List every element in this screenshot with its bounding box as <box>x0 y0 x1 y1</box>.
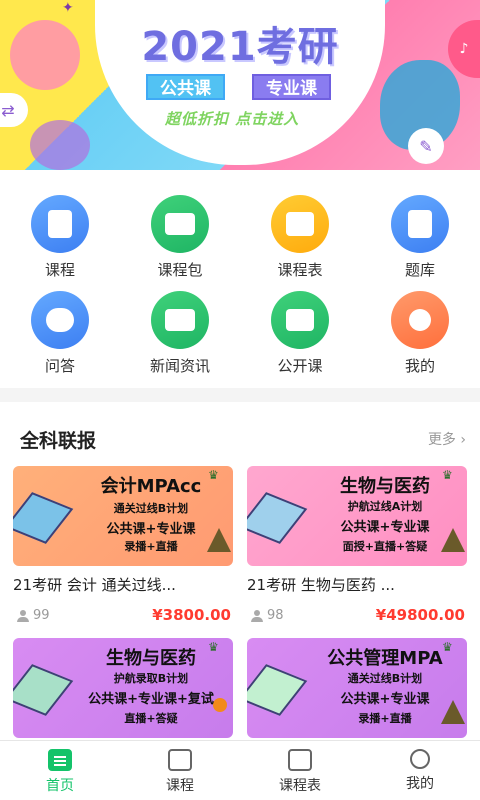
user-icon <box>391 291 449 349</box>
thumbnail-subjects: 公共课+专业课 <box>340 520 430 535</box>
section-title: 全科联报 <box>20 430 97 452</box>
grid-item-news[interactable]: 新闻资讯 <box>120 286 240 376</box>
grid-item-qa[interactable]: 问答 <box>0 286 120 376</box>
tab-course[interactable]: 课程 <box>120 741 240 800</box>
grid-label: 我的 <box>404 357 435 375</box>
open-book-icon <box>151 195 209 253</box>
course-title: 21考研 会计 通关过线... <box>13 576 176 594</box>
thumbnail-title: 生物与医药 <box>340 476 430 497</box>
tab-label: 我的 <box>406 776 434 792</box>
course-thumbnail: ♛ 生物与医药 护航过线A计划 公共课+专业课 面授+直播+答疑 <box>247 466 467 566</box>
tab-label: 首页 <box>46 778 74 794</box>
thumbnail-subjects: 公共课+专业课+复试 <box>88 692 214 707</box>
thumbnail-mode: 面授+直播+答疑 <box>342 540 428 553</box>
course-book-icon <box>31 195 89 253</box>
banner-decoration <box>30 120 90 170</box>
tab-home[interactable]: 首页 <box>0 741 120 800</box>
course-card[interactable]: ♛ 生物与医药 护航过线A计划 公共课+专业课 面授+直播+答疑 21考研 生物… <box>247 466 467 629</box>
banner-title: 2021考研 <box>141 24 339 70</box>
thumbnail-plan: 通关过线B计划 <box>347 672 423 685</box>
banner-tag-major[interactable]: 专业课 <box>252 74 331 100</box>
course-card[interactable]: ♛ 会计MPAcc 通关过线B计划 公共课+专业课 录播+直播 21考研 会计 … <box>13 466 233 629</box>
user-count-icon <box>251 610 263 622</box>
tab-schedule[interactable]: 课程表 <box>240 741 360 800</box>
course-card[interactable]: ♛ 生物与医药 护航录取B计划 公共课+专业课+复试 直播+答疑 <box>13 638 233 738</box>
more-link[interactable]: 更多 › <box>428 429 466 449</box>
music-icon[interactable]: ♪ <box>448 20 480 78</box>
qa-bubble-icon <box>31 291 89 349</box>
link-icon[interactable]: ⇄ <box>0 93 28 127</box>
grid-label: 问答 <box>44 357 75 375</box>
course-thumbnail: ♛ 公共管理MPA 通关过线B计划 公共课+专业课 录播+直播 <box>247 638 467 738</box>
enroll-count: 99 <box>33 608 50 623</box>
grid-label: 公开课 <box>277 357 323 375</box>
thumbnail-title: 会计MPAcc <box>100 476 202 497</box>
course-thumbnail: ♛ 会计MPAcc 通关过线B计划 公共课+专业课 录播+直播 <box>13 466 233 566</box>
bottom-tab-bar: 首页 课程 课程表 我的 <box>0 740 480 800</box>
paperclip-icon[interactable]: ✎ <box>408 128 444 164</box>
course-meta: 98 ¥49800.00 <box>247 605 467 629</box>
cube-decoration <box>247 664 308 716</box>
news-icon <box>151 291 209 349</box>
thumbnail-plan: 护航录取B计划 <box>113 672 189 685</box>
feature-grid: 课程 课程包 课程表 题库 问答 新闻资讯 公开课 我的 <box>0 190 480 380</box>
course-price: ¥49800.00 <box>375 606 465 624</box>
section-divider <box>0 388 480 402</box>
cube-decoration <box>247 492 308 544</box>
banner-tag-public[interactable]: 公共课 <box>146 74 225 100</box>
thumbnail-title: 生物与医药 <box>106 648 196 669</box>
grid-item-schedule[interactable]: 课程表 <box>240 190 360 280</box>
thumbnail-subjects: 公共课+专业课 <box>106 522 196 537</box>
question-bank-icon <box>391 195 449 253</box>
user-count-icon <box>17 610 29 622</box>
schedule-icon <box>288 749 312 771</box>
grid-item-open-class[interactable]: 公开课 <box>240 286 360 376</box>
grid-label: 课程包 <box>157 261 203 279</box>
home-list-icon <box>48 749 72 771</box>
thumbnail-title: 公共管理MPA <box>327 648 443 669</box>
enroll-count: 98 <box>267 608 284 623</box>
course-meta: 99 ¥3800.00 <box>13 605 233 629</box>
thumbnail-subjects: 公共课+专业课 <box>340 692 430 707</box>
tab-mine[interactable]: 我的 <box>360 741 480 800</box>
course-card[interactable]: ♛ 公共管理MPA 通关过线B计划 公共课+专业课 录播+直播 <box>247 638 467 738</box>
grid-item-mine[interactable]: 我的 <box>360 286 480 376</box>
banner-cta[interactable]: 超低折扣 点击进入 <box>165 108 299 129</box>
banner-decoration <box>10 20 80 90</box>
course-icon <box>168 749 192 771</box>
grid-item-question-bank[interactable]: 题库 <box>360 190 480 280</box>
course-thumbnail: ♛ 生物与医药 护航录取B计划 公共课+专业课+复试 直播+答疑 <box>13 638 233 738</box>
video-play-icon <box>271 291 329 349</box>
thumbnail-plan: 护航过线A计划 <box>347 500 423 513</box>
tab-label: 课程 <box>166 778 194 794</box>
course-price: ¥3800.00 <box>152 606 231 624</box>
grid-label: 课程 <box>44 261 75 279</box>
course-title: 21考研 生物与医药 ... <box>247 576 395 594</box>
dots-icon: ✦ <box>62 0 74 16</box>
cube-decoration <box>13 664 74 716</box>
grid-label: 新闻资讯 <box>149 357 210 375</box>
thumbnail-mode: 录播+直播 <box>358 712 412 725</box>
grid-label: 课程表 <box>277 261 323 279</box>
thumbnail-mode: 录播+直播 <box>124 540 178 553</box>
thumbnail-plan: 通关过线B计划 <box>113 502 189 515</box>
grid-item-course-package[interactable]: 课程包 <box>120 190 240 280</box>
schedule-icon <box>271 195 329 253</box>
grid-item-course[interactable]: 课程 <box>0 190 120 280</box>
profile-icon <box>410 749 430 769</box>
thumbnail-mode: 直播+答疑 <box>124 712 178 725</box>
cube-decoration <box>13 492 74 544</box>
tab-label: 课程表 <box>279 778 321 794</box>
grid-label: 题库 <box>404 261 435 279</box>
promo-banner[interactable]: ✦ 2021考研 公共课 专业课 超低折扣 点击进入 ⇄ ✎ ♪ <box>0 0 480 170</box>
